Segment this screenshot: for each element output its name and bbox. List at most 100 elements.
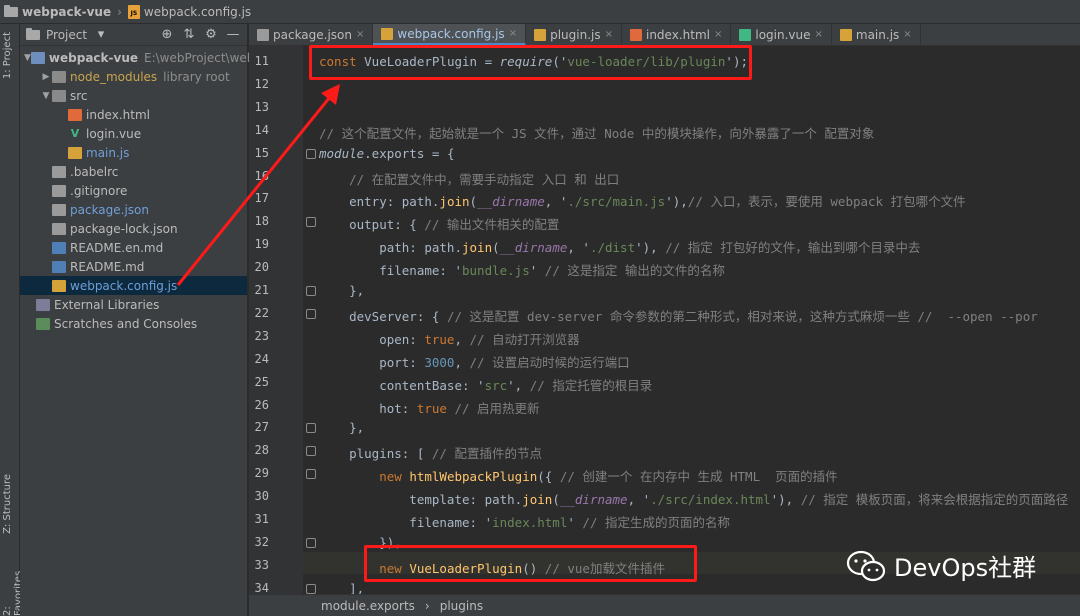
code-token: htmlWebpackPlugin [409,469,538,485]
tab-label: index.html [645,27,710,42]
code-token: filename: ' [319,515,493,530]
editor-tab[interactable]: package.json × [249,24,374,45]
code-token: , [454,354,470,370]
close-icon[interactable]: × [509,28,517,39]
code-token: ' [567,515,583,530]
chevron-down-icon[interactable]: ▼ [24,53,31,63]
html-file-icon [68,108,82,121]
tree-item-label: src [70,88,88,103]
code-token: true [424,331,455,347]
collapse-all-icon[interactable]: ⇅ [181,27,197,42]
tool-window-strip: 1: Project Z: Structure 2: Favorites [0,24,24,616]
close-icon[interactable]: × [903,29,911,40]
tree-item[interactable]: .babelrc [20,162,247,181]
code-token: entry: path. [319,194,440,210]
line-number: 16 [254,168,269,183]
scr-file-icon [36,317,50,330]
tree-item[interactable]: .gitignore [20,181,247,200]
tree-item[interactable]: package.json [20,200,247,219]
code-token: path: path. [319,240,462,256]
tree-item[interactable]: index.html [20,105,247,124]
editor-tab[interactable]: webpack.config.js × [373,24,527,45]
code-token: ( [552,492,560,508]
line-number: 17 [254,191,269,206]
close-icon[interactable]: × [815,29,823,40]
hide-panel-icon[interactable]: — [225,27,241,42]
close-icon[interactable]: × [605,29,613,40]
code-crumb-module-exports[interactable]: module.exports [321,599,415,613]
tree-item-label: External Libraries [54,297,160,312]
project-tool-tab[interactable]: 1: Project [2,32,13,79]
project-tree: ▼ webpack-vue E:\webProject\webpa ▶ node_mod… [20,46,269,333]
line-number: 25 [254,374,269,389]
fold-marker-icon[interactable] [306,308,316,319]
code-token: hot: [319,400,417,416]
tree-item-label: index.html [86,107,150,122]
tree-item-label: node_modules [70,69,158,84]
editor-tab[interactable]: index.html × [622,24,732,45]
code-token: filename: ' [319,263,462,279]
line-number: 22 [254,305,269,320]
tree-item-label: README.md [70,259,145,274]
fold-marker-icon[interactable] [306,423,316,434]
file-type-icon [534,28,547,41]
tree-item[interactable]: ▶ node_modules library root [20,67,247,86]
tree-item[interactable]: webpack.config.js [20,276,247,295]
close-icon[interactable]: × [714,29,722,40]
navigation-bar: webpack-vue › JS webpack.config.js [0,0,1080,24]
code-token: __dirname [477,194,545,210]
folderb-file-icon [30,51,45,64]
md-file-icon [52,260,66,273]
watermark-text: DevOps社群 [894,554,1037,582]
editor-tab[interactable]: login.vue × [731,24,832,45]
file-type-icon [839,28,852,41]
line-number: 33 [254,557,269,572]
tree-item[interactable]: Scratches and Consoles [20,314,247,333]
breadcrumb-file[interactable]: JS webpack.config.js [127,4,251,19]
tree-item[interactable]: README.md [20,257,247,276]
code-token: // 启用热更新 [454,400,540,416]
highlight-box-require [309,45,752,80]
code-crumb-plugins[interactable]: plugins [440,599,483,613]
fold-marker-icon[interactable] [306,217,316,228]
tree-item[interactable]: package-lock.json [20,219,247,238]
tree-item[interactable]: README.en.md [20,238,247,257]
code-line: }, [319,283,364,298]
tree-item[interactable]: ▼ webpack-vue E:\webProject\webpa [20,48,269,67]
editor-tab[interactable]: plugin.js × [526,24,622,45]
tree-item-label: .gitignore [70,183,128,198]
code-token: ( [492,240,500,256]
js-file-icon [68,146,82,159]
fold-marker-icon[interactable] [306,583,316,594]
structure-tool-tab[interactable]: Z: Structure [2,474,13,534]
gear-icon[interactable]: ⚙ [203,27,219,42]
editor-tab[interactable]: main.js × [832,24,921,45]
fold-marker-icon[interactable] [306,537,316,548]
code-area[interactable]: const VueLoaderPlugin = require('vue-loa… [319,46,1080,596]
code-line: port: 3000, // 设置启动时候的运行端口 [319,352,629,371]
chevron-down-icon[interactable]: ▼ [40,91,52,101]
chevron-right-icon: › [424,598,430,613]
tab-label: login.vue [755,27,811,42]
tree-item[interactable]: main.js [20,143,247,162]
tree-item[interactable]: External Libraries [20,295,247,314]
fold-marker-icon[interactable] [306,286,316,296]
code-token: , ' [627,492,651,508]
code-line: filename: 'bundle.js' // 这是指定 输出的文件的名称 [319,260,725,279]
chevron-down-icon[interactable]: ▾ [93,27,109,42]
lib-file-icon [36,298,50,311]
fold-marker-icon[interactable] [306,469,316,480]
chevron-right-icon[interactable]: ▶ [40,72,52,82]
tree-item[interactable]: ▼ src [20,86,247,105]
highlight-box-new-plugin [364,545,697,582]
tree-item[interactable]: Vlogin.vue [20,124,247,143]
line-number: 34 [254,580,269,595]
project-view-selector[interactable]: Project [46,28,87,42]
breadcrumb-project[interactable]: webpack-vue [4,4,111,19]
line-number: 26 [254,397,269,412]
close-icon[interactable]: × [356,29,364,40]
fold-marker-icon[interactable] [306,148,316,159]
line-number: 28 [254,443,269,458]
fold-marker-icon[interactable] [306,446,316,457]
locate-target-icon[interactable]: ⊕ [159,27,175,42]
